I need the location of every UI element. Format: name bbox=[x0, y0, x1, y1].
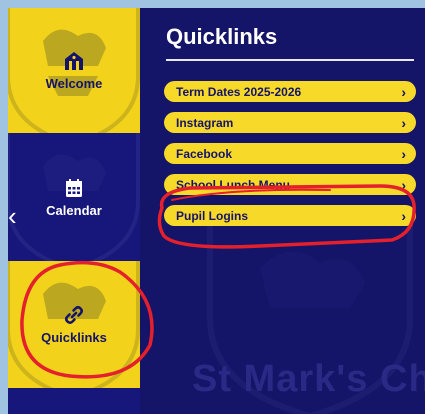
tile-calendar-label: Calendar bbox=[46, 202, 102, 218]
quicklinks-list: Term Dates 2025-2026 › Instagram › Faceb… bbox=[164, 81, 416, 236]
quicklink-label: Facebook bbox=[176, 146, 233, 161]
quicklink-label: Term Dates 2025-2026 bbox=[176, 84, 302, 99]
quicklink-term-dates[interactable]: Term Dates 2025-2026 › bbox=[164, 81, 416, 102]
quicklinks-title: Quicklinks bbox=[166, 24, 278, 49]
chevron-right-icon: › bbox=[401, 207, 406, 224]
chevron-right-icon: › bbox=[401, 176, 406, 193]
quicklink-instagram[interactable]: Instagram › bbox=[164, 112, 416, 133]
building-icon bbox=[65, 52, 83, 70]
tile-welcome-label: Welcome bbox=[45, 76, 103, 91]
quicklink-facebook[interactable]: Facebook › bbox=[164, 143, 416, 164]
calendar-icon bbox=[66, 178, 82, 197]
tile-quicklinks[interactable]: Quicklinks bbox=[8, 261, 140, 388]
quicklink-label: School Lunch Menu bbox=[176, 177, 290, 192]
link-icon bbox=[64, 305, 84, 325]
chevron-right-icon: › bbox=[401, 114, 406, 131]
school-name-watermark: St Mark's Ch bbox=[192, 358, 425, 400]
quicklinks-panel: St Mark's Ch Quicklinks Term Dates 2025-… bbox=[140, 8, 425, 414]
tile-welcome[interactable]: Welcome bbox=[8, 8, 140, 133]
tile-calendar[interactable]: Calendar bbox=[8, 133, 140, 261]
quicklink-school-lunch-menu[interactable]: School Lunch Menu › bbox=[164, 174, 416, 195]
page-frame: Welcome Calendar Quicklinks ‹ St Mark's … bbox=[8, 8, 425, 414]
quicklink-label: Pupil Logins bbox=[176, 208, 248, 223]
quicklink-pupil-logins[interactable]: Pupil Logins › bbox=[164, 205, 416, 226]
tile-next[interactable] bbox=[8, 388, 140, 414]
chevron-right-icon: › bbox=[401, 83, 406, 100]
tile-quicklinks-label: Quicklinks bbox=[41, 330, 107, 345]
quicklink-label: Instagram bbox=[176, 115, 234, 130]
title-divider bbox=[166, 59, 414, 61]
chevron-left-icon[interactable]: ‹ bbox=[8, 203, 17, 229]
chevron-right-icon: › bbox=[401, 145, 406, 162]
